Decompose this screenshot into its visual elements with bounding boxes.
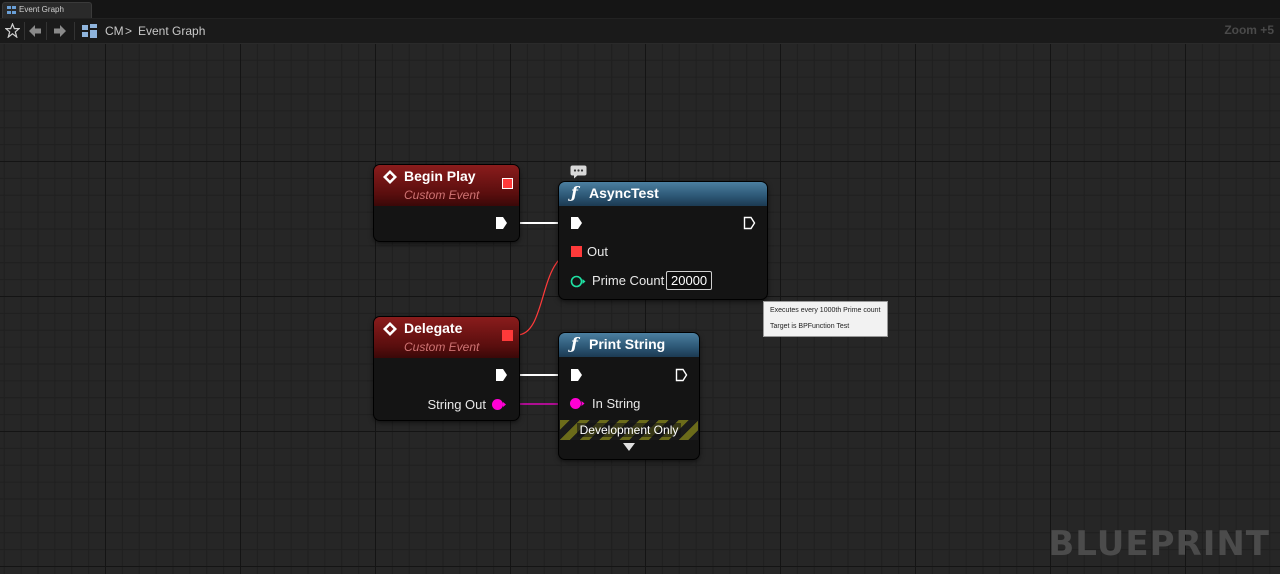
node-title: AsyncTest (589, 185, 659, 201)
star-icon[interactable] (5, 23, 20, 38)
out-label: Out (587, 244, 608, 259)
blueprint-watermark: BLUEPRINT (1048, 524, 1270, 564)
graph-icon (7, 6, 16, 14)
toolbar-separator (74, 22, 75, 40)
comment-bubble-icon[interactable] (570, 165, 587, 179)
breadcrumb-separator: > (125, 24, 133, 38)
graph-toolbar: CM > Event Graph Zoom +5 (0, 19, 1280, 44)
exec-in-pin-icon[interactable] (570, 216, 583, 230)
node-async-test[interactable]: ƒ AsyncTest Out Prime Count 20000 (559, 182, 767, 299)
function-icon: ƒ (571, 334, 578, 353)
exec-out-pin-icon[interactable] (675, 368, 688, 382)
integer-pin-icon[interactable] (570, 275, 587, 288)
tab-bar: Event Graph (0, 0, 1280, 19)
string-pin-icon[interactable] (569, 397, 586, 410)
development-only-label: Development Only (576, 423, 682, 437)
tab-label: Event Graph (19, 5, 64, 14)
graph-canvas[interactable]: BLUEPRINT (0, 44, 1280, 574)
tooltip-line-1: Executes every 1000th Prime count (770, 307, 881, 314)
event-diamond-icon (383, 170, 397, 184)
toolbar-separator (24, 22, 25, 40)
function-icon: ƒ (571, 183, 578, 202)
exec-out-pin-icon[interactable] (495, 368, 508, 382)
back-arrow-icon[interactable] (28, 24, 42, 38)
prime-count-input[interactable]: 20000 (666, 271, 713, 290)
string-out-label: String Out (427, 397, 486, 412)
zoom-level: Zoom +5 (1224, 23, 1274, 37)
exec-out-pin-icon[interactable] (495, 216, 508, 230)
node-title: Print String (589, 336, 666, 352)
exec-in-pin-icon[interactable] (570, 368, 583, 382)
prime-count-label: Prime Count (592, 273, 665, 288)
exec-out-pin-icon[interactable] (743, 216, 756, 230)
node-delegate[interactable]: Delegate Custom Event String Out (374, 317, 519, 420)
node-print-string[interactable]: ƒ Print String In String Development Onl… (559, 333, 699, 459)
event-diamond-icon (383, 322, 397, 336)
in-string-label: In String (592, 396, 641, 411)
delegate-pin-icon[interactable] (502, 178, 513, 189)
expand-arrow-icon[interactable] (623, 443, 635, 452)
node-title: Delegate (404, 320, 463, 336)
breadcrumb-root[interactable]: CM (105, 19, 124, 43)
node-begin-play[interactable]: Begin Play Custom Event (374, 165, 519, 241)
forward-arrow-icon[interactable] (53, 24, 67, 38)
tooltip-line-2: Target is BPFunction Test (770, 323, 850, 330)
string-pin-icon[interactable] (491, 398, 507, 411)
node-tooltip: Executes every 1000th Prime count Target… (763, 301, 888, 337)
breadcrumb-current[interactable]: Event Graph (138, 19, 205, 43)
delegate-in-pin-icon[interactable] (571, 246, 582, 257)
blueprint-graph-icon (82, 24, 97, 38)
development-only-banner: Development Only (560, 420, 698, 440)
node-subtitle: Custom Event (404, 188, 480, 202)
toolbar-separator (46, 22, 47, 40)
delegate-pin-icon[interactable] (502, 330, 513, 341)
node-subtitle: Custom Event (404, 340, 480, 354)
tab-event-graph[interactable]: Event Graph (2, 2, 92, 18)
node-title: Begin Play (404, 168, 476, 184)
